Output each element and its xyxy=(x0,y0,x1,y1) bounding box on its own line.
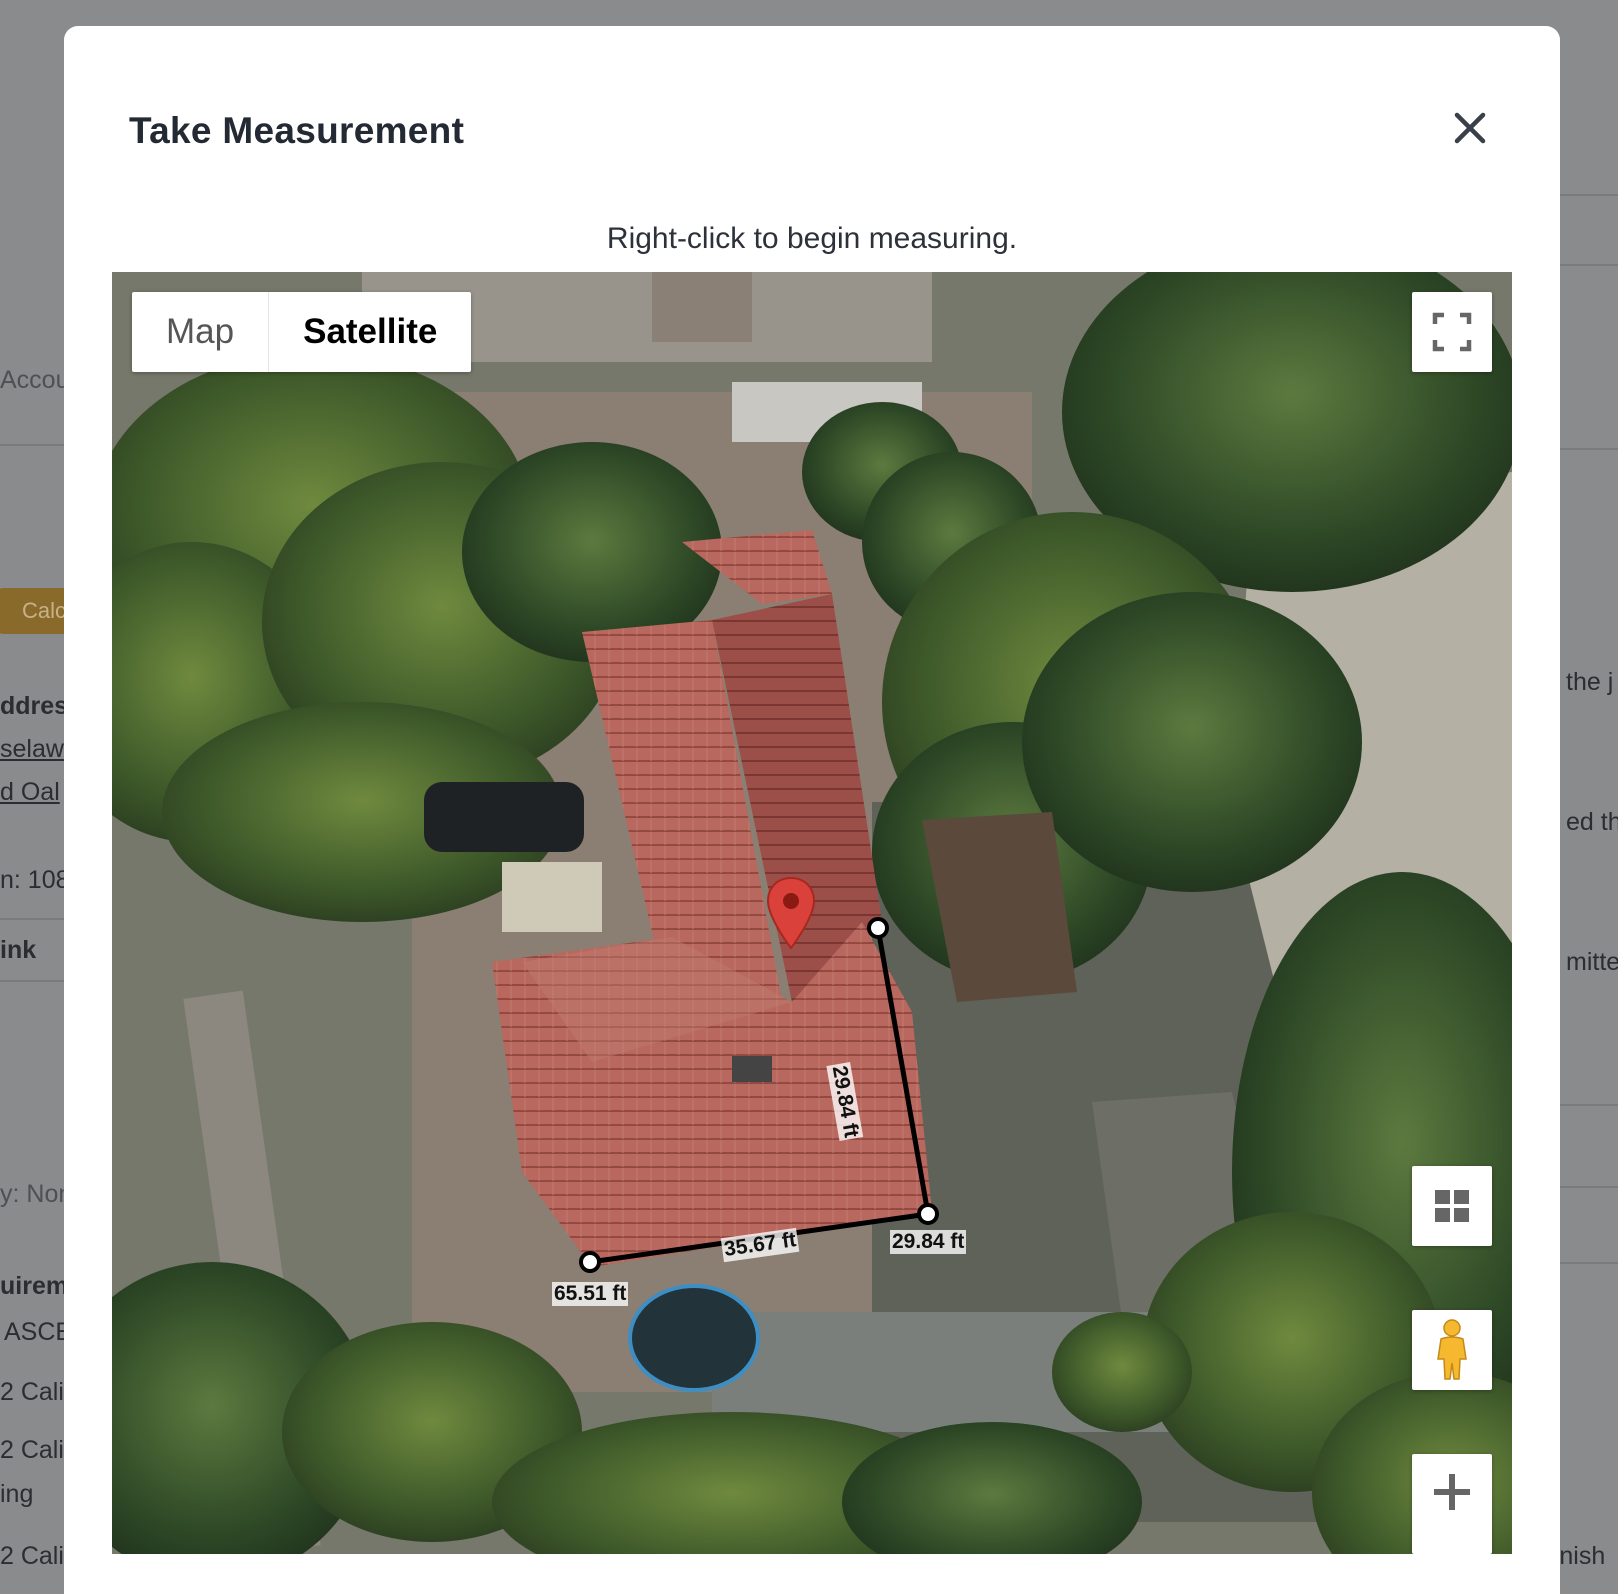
instruction-text: Right-click to begin measuring. xyxy=(606,222,1018,255)
measure-point[interactable] xyxy=(914,1200,942,1228)
map-type-map-button[interactable]: Map xyxy=(132,292,268,372)
fullscreen-icon xyxy=(1432,312,1472,352)
zoom-in-icon xyxy=(1434,1474,1470,1510)
bg-link-label: ink xyxy=(0,936,37,964)
bg-requirements-label: uirem xyxy=(0,1272,69,1300)
divider xyxy=(1560,448,1618,450)
measure-point[interactable] xyxy=(576,1248,604,1276)
bg-right-text: ed the xyxy=(1566,808,1618,836)
bg-number-text: n: 108 xyxy=(0,866,70,894)
bg-city-link: d Oal xyxy=(0,778,60,806)
pegman-icon xyxy=(1437,1319,1467,1380)
measure-point[interactable] xyxy=(864,914,892,942)
close-button[interactable] xyxy=(1450,108,1490,148)
bg-calc-label: Calc xyxy=(22,598,67,623)
tilt-grid-icon xyxy=(1435,1190,1469,1222)
map-type-control: Map Satellite xyxy=(132,292,472,372)
bg-address-label: ddres xyxy=(0,692,69,720)
bg-account-text: Accou xyxy=(0,366,70,394)
divider xyxy=(1560,1262,1618,1264)
bg-calif-text: 2 Calif xyxy=(0,1436,71,1464)
zoom-in-button[interactable] xyxy=(1412,1454,1492,1554)
satellite-map[interactable]: 29.84 ft 35.67 ft 29.84 ft 65.51 ft Map … xyxy=(112,272,1512,1554)
measurement-modal: Take Measurement Right-click to begin me… xyxy=(64,26,1560,1594)
bg-asce-text: ASCE xyxy=(4,1318,73,1346)
map-type-satellite-button[interactable]: Satellite xyxy=(268,292,471,372)
bg-right-text: the j xyxy=(1566,668,1614,696)
map-pin-icon[interactable] xyxy=(766,876,816,950)
bg-street-link: selaw xyxy=(0,735,64,763)
street-view-button[interactable] xyxy=(1412,1310,1492,1390)
fullscreen-button[interactable] xyxy=(1412,292,1492,372)
divider xyxy=(0,980,64,982)
bg-right-text: mittec xyxy=(1566,948,1618,976)
point-distance-label: 29.84 ft xyxy=(890,1230,967,1254)
modal-title: Take Measurement xyxy=(129,110,465,151)
divider xyxy=(0,444,64,446)
divider xyxy=(1560,1186,1618,1188)
tilt-toggle-button[interactable] xyxy=(1412,1166,1492,1246)
divider xyxy=(1560,1104,1618,1106)
bg-none-text: y: Non xyxy=(0,1180,73,1208)
point-distance-label: 65.51 ft xyxy=(552,1282,629,1306)
bg-calif-text: 2 Calif xyxy=(0,1378,71,1406)
divider xyxy=(0,918,64,920)
divider xyxy=(1560,264,1618,266)
divider xyxy=(1560,194,1618,196)
bg-ing-text: ing xyxy=(0,1480,34,1508)
close-icon xyxy=(1454,112,1486,144)
